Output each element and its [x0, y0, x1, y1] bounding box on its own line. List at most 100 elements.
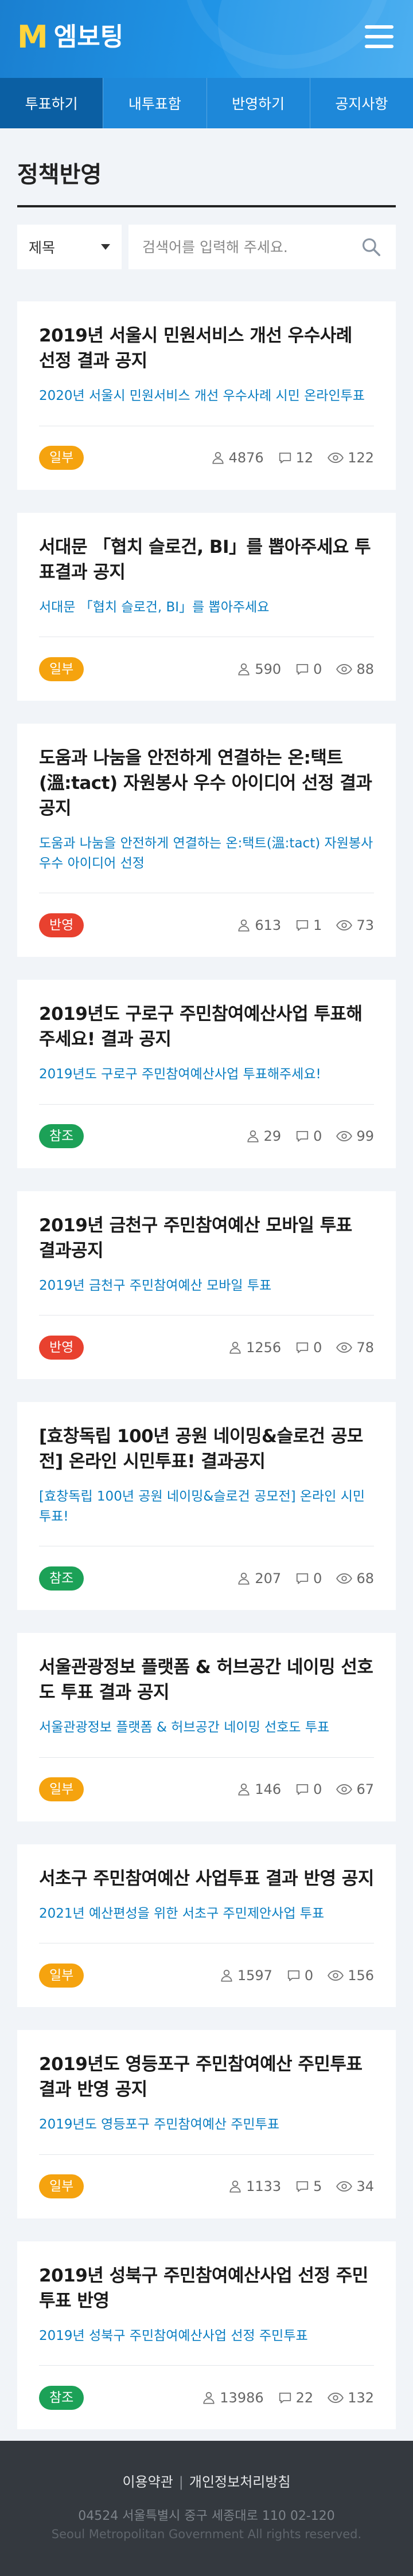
search-icon[interactable]	[360, 236, 382, 258]
comment-icon	[297, 1342, 309, 1353]
status-badge: 일부	[39, 1963, 84, 1988]
participants-stat: 590	[236, 661, 281, 677]
search-bar: 제목	[17, 225, 396, 269]
card-stats: 1133 5 34	[214, 2178, 374, 2194]
card-subtitle[interactable]: 서울관광정보 플랫폼 & 허브공간 네이밍 선호도 투표	[39, 1718, 374, 1738]
comments-stat: 22	[278, 2389, 314, 2406]
person-icon	[238, 1784, 250, 1796]
status-badge: 일부	[39, 446, 84, 470]
participants-stat: 1597	[219, 1968, 272, 1984]
card-subtitle[interactable]: 2019년 금천구 주민참여예산 모바일 투표	[39, 1276, 374, 1296]
policy-card[interactable]: 2019년 금천구 주민참여예산 모바일 투표 결과공지 2019년 금천구 주민…	[17, 1191, 396, 1380]
policy-card[interactable]: 2019년 성북구 주민참여예산사업 선정 주민투표 반영 2019년 성북구 주…	[17, 2241, 396, 2430]
card-subtitle[interactable]: 도움과 나눔을 안전하게 연결하는 온:택트(溫:tact) 자원봉사 우수 아…	[39, 834, 374, 873]
card-stats: 4876 12 122	[197, 450, 374, 466]
comments-stat: 0	[295, 1781, 322, 1797]
search-box	[128, 225, 396, 269]
card-title[interactable]: 서초구 주민참여예산 사업투표 결과 반영 공지	[39, 1866, 374, 1891]
card-title[interactable]: 2019년도 영등포구 주민참여예산 주민투표 결과 반영 공지	[39, 2052, 374, 2102]
card-subtitle[interactable]: 2021년 예산편성을 위한 서초구 주민제안사업 투표	[39, 1904, 374, 1924]
policy-card[interactable]: 서울관광정보 플랫폼 & 허브공간 네이밍 선호도 투표 결과 공지서울관광정보…	[17, 1633, 396, 1821]
card-subtitle[interactable]: 2020년 서울시 민원서비스 개선 우수사례 시민 온라인투표	[39, 386, 374, 406]
card-title[interactable]: [효창독립 100년 공원 네이밍&슬로건 공모전] 온라인 시민투표! 결과공…	[39, 1424, 374, 1474]
tab-vote[interactable]: 투표하기	[0, 78, 103, 128]
card-stats: 613 1 73	[223, 917, 374, 933]
comment-icon	[297, 1131, 309, 1142]
card-subtitle[interactable]: [효창독립 100년 공원 네이밍&슬로건 공모전] 온라인 시민투표!	[39, 1487, 374, 1526]
card-title[interactable]: 2019년 성북구 주민참여예산사업 선정 주민투표 반영	[39, 2263, 374, 2314]
views-count: 88	[356, 661, 374, 677]
views-stat: 34	[336, 2178, 374, 2194]
card-title[interactable]: 서대문 「협치 슬로건, BI」를 뽑아주세요 투표결과 공지	[39, 535, 374, 585]
hamburger-icon[interactable]	[365, 25, 393, 48]
footer-address: 04524 서울특별시 중구 세종대로 110 02-120	[78, 2509, 335, 2523]
status-badge: 일부	[39, 2174, 84, 2199]
comment-icon	[297, 1784, 309, 1795]
card-stats: 1256 0 78	[214, 1340, 374, 1356]
eye-icon	[336, 1131, 353, 1142]
views-count: 68	[356, 1570, 374, 1587]
policy-card[interactable]: 도움과 나눔을 안전하게 연결하는 온:택트(溫:tact) 자원봉사 우수 아…	[17, 724, 396, 957]
person-icon	[229, 2181, 241, 2193]
policy-card[interactable]: [효창독립 100년 공원 네이밍&슬로건 공모전] 온라인 시민투표! 결과공…	[17, 1402, 396, 1611]
policy-card[interactable]: 서대문 「협치 슬로건, BI」를 뽑아주세요 투표결과 공지서대문 「협치 슬…	[17, 512, 396, 701]
comments-count: 0	[313, 661, 322, 677]
participants-stat: 613	[236, 917, 281, 933]
views-stat: 67	[336, 1781, 374, 1797]
card-footer: 일부 1597 0 156	[39, 1943, 374, 2007]
card-title[interactable]: 2019년도 구로구 주민참여예산사업 투표해주세요! 결과 공지	[39, 1002, 374, 1052]
status-badge: 반영	[39, 913, 84, 937]
card-subtitle[interactable]: 2019년도 영등포구 주민참여예산 주민투표	[39, 2115, 374, 2135]
comments-count: 22	[295, 2389, 314, 2406]
logo-mark: M	[17, 19, 48, 55]
terms-link[interactable]: 이용약관	[122, 2474, 173, 2490]
card-stats: 207 0 68	[223, 1570, 374, 1587]
card-stats: 13986 22 132	[188, 2390, 374, 2406]
card-title[interactable]: 2019년 서울시 민원서비스 개선 우수사례 선정 결과 공지	[39, 323, 374, 374]
person-icon	[229, 1341, 241, 1354]
comments-count: 0	[313, 1339, 322, 1356]
status-badge: 참조	[39, 1566, 84, 1591]
card-footer: 일부 590 0 88	[39, 637, 374, 701]
search-field-select[interactable]: 제목	[17, 225, 122, 269]
policy-card[interactable]: 2019년도 영등포구 주민참여예산 주민투표 결과 반영 공지 2019년도 영…	[17, 2030, 396, 2218]
policy-card[interactable]: 2019년도 구로구 주민참여예산사업 투표해주세요! 결과 공지 2019년도 …	[17, 980, 396, 1168]
views-stat: 68	[336, 1570, 374, 1587]
policy-card[interactable]: 2019년 서울시 민원서비스 개선 우수사례 선정 결과 공지 2020년 서울…	[17, 301, 396, 490]
comments-stat: 0	[295, 1128, 322, 1144]
comments-stat: 5	[295, 2178, 322, 2194]
search-input[interactable]	[142, 238, 360, 256]
privacy-link[interactable]: 개인정보처리방침	[189, 2474, 291, 2490]
card-footer: 일부 4876 12 122	[39, 425, 374, 490]
views-count: 99	[356, 1128, 374, 1145]
tab-notice[interactable]: 공지사항	[309, 78, 413, 128]
card-subtitle[interactable]: 2019년도 구로구 주민참여예산사업 투표해주세요!	[39, 1065, 374, 1085]
logo[interactable]: M 엠보팅	[17, 22, 123, 53]
views-count: 156	[348, 1967, 374, 1984]
comment-icon	[297, 663, 309, 675]
views-count: 122	[348, 450, 374, 466]
views-count: 78	[356, 1339, 374, 1356]
card-stats: 29 0 99	[232, 1128, 374, 1144]
card-title[interactable]: 서울관광정보 플랫폼 & 허브공간 네이밍 선호도 투표 결과 공지	[39, 1655, 374, 1705]
participants-stat: 4876	[211, 450, 264, 466]
status-badge: 일부	[39, 657, 84, 681]
participants-count: 1597	[237, 1967, 272, 1984]
views-stat: 73	[336, 917, 374, 933]
card-subtitle[interactable]: 서대문 「협치 슬로건, BI」를 뽑아주세요	[39, 598, 374, 618]
card-title[interactable]: 2019년 금천구 주민참여예산 모바일 투표 결과공지	[39, 1213, 374, 1263]
card-stats: 1597 0 156	[205, 1968, 374, 1984]
tab-my-votes[interactable]: 내투표함	[103, 78, 206, 128]
card-title[interactable]: 도움과 나눔을 안전하게 연결하는 온:택트(溫:tact) 자원봉사 우수 아…	[39, 745, 374, 821]
page-title: 정책반영	[17, 128, 396, 207]
views-stat: 88	[336, 661, 374, 677]
policy-card[interactable]: 서초구 주민참여예산 사업투표 결과 반영 공지 2021년 예산편성을 위한 서…	[17, 1844, 396, 2008]
eye-icon	[336, 1784, 353, 1795]
comments-stat: 0	[295, 661, 322, 677]
card-subtitle[interactable]: 2019년 성북구 주민참여예산사업 선정 주민투표	[39, 2326, 374, 2346]
tab-reflect[interactable]: 반영하기	[206, 78, 310, 128]
card-footer: 일부 146 0 67	[39, 1757, 374, 1821]
eye-icon	[328, 1970, 344, 1981]
comment-icon	[297, 2181, 309, 2192]
participants-stat: 13986	[201, 2390, 264, 2406]
